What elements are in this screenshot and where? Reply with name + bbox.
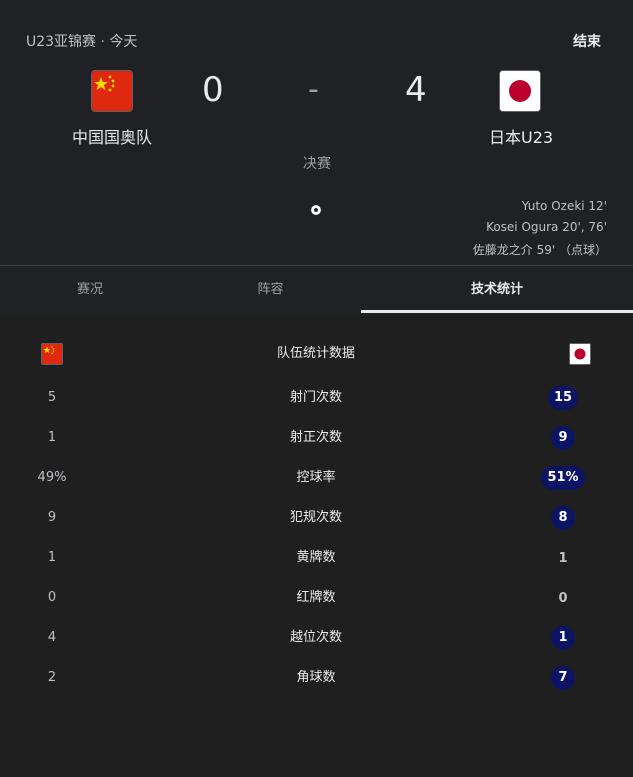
home-stat-value: 4: [47, 630, 57, 645]
stats-header-label: 队伍统计数据: [276, 346, 355, 361]
competition-header: U23亚锦赛 · 今天: [26, 31, 137, 51]
away-stat-value: 9: [551, 426, 575, 450]
stat-label: 角球数: [296, 670, 336, 685]
stat-label: 射门次数: [289, 390, 342, 405]
home-stat-value: 0: [47, 590, 57, 605]
stat-row-possession: 49% 控球率 51%: [0, 458, 633, 498]
away-stat-value: 15: [547, 386, 579, 410]
score-separator: -: [308, 72, 319, 107]
away-scorer-2: Kosei Ogura 20', 76': [486, 220, 607, 234]
china-flag-icon: [41, 343, 63, 365]
stat-label: 红牌数: [296, 590, 336, 605]
stat-row-fouls: 9 犯规次数 8: [0, 498, 633, 538]
competition-name[interactable]: U23亚锦赛: [26, 34, 96, 50]
stat-row-shots-on-target: 1 射正次数 9: [0, 418, 633, 458]
china-flag-icon[interactable]: [91, 70, 133, 112]
away-scorer-1: Yuto Ozeki 12': [521, 199, 607, 213]
away-score: 4: [405, 70, 427, 110]
away-stat-value: 7: [551, 666, 575, 690]
home-stat-value: 49%: [37, 470, 67, 485]
stat-row-yellow-cards: 1 黄牌数 1: [0, 538, 633, 578]
away-stat-value: 0: [558, 590, 568, 606]
stat-row-offsides: 4 越位次数 1: [0, 618, 633, 658]
away-stat-value: 1: [558, 550, 568, 566]
tab-lineups[interactable]: 阵容: [180, 266, 361, 314]
soccer-ball-icon: [310, 201, 322, 216]
home-stat-value: 2: [47, 670, 57, 685]
home-stat-value: 5: [47, 390, 57, 405]
away-stat-value: 1: [551, 626, 575, 650]
japan-flag-icon: [569, 343, 591, 365]
stat-label: 控球率: [296, 470, 336, 485]
tab-match-summary[interactable]: 赛况: [0, 266, 180, 314]
away-stat-value: 51%: [541, 466, 585, 490]
match-status: 结束: [573, 34, 601, 50]
home-team-name[interactable]: 中国国奥队: [72, 124, 152, 148]
stat-row-red-cards: 0 红牌数 0: [0, 578, 633, 618]
stat-label: 射正次数: [289, 430, 342, 445]
home-score: 0: [202, 70, 224, 110]
active-tab-indicator: [361, 310, 633, 313]
stat-row-shots: 5 射门次数 15: [0, 378, 633, 418]
japan-flag-icon[interactable]: [499, 70, 541, 112]
home-stat-value: 1: [47, 430, 57, 445]
stat-row-corners: 2 角球数 7: [0, 658, 633, 698]
away-team-name[interactable]: 日本U23: [489, 124, 553, 148]
tab-team-stats[interactable]: 技术统计: [361, 266, 633, 314]
stats-header-row: 队伍统计数据: [0, 334, 633, 374]
stat-label: 犯规次数: [289, 510, 342, 525]
match-round: 决赛: [303, 156, 331, 172]
stat-label: 越位次数: [289, 630, 342, 645]
away-stat-value: 8: [551, 506, 575, 530]
home-stat-value: 1: [47, 550, 57, 565]
stats-panel: 队伍统计数据 5 射门次数 15 1 射正次数 9 49% 控球率 51% 9 …: [0, 316, 633, 777]
stat-label: 黄牌数: [296, 550, 336, 565]
match-date: 今天: [109, 34, 138, 50]
away-scorer-3: 佐藤龙之介 59' （点球）: [472, 243, 607, 257]
home-stat-value: 9: [47, 510, 57, 525]
header-separator: ·: [100, 34, 105, 50]
